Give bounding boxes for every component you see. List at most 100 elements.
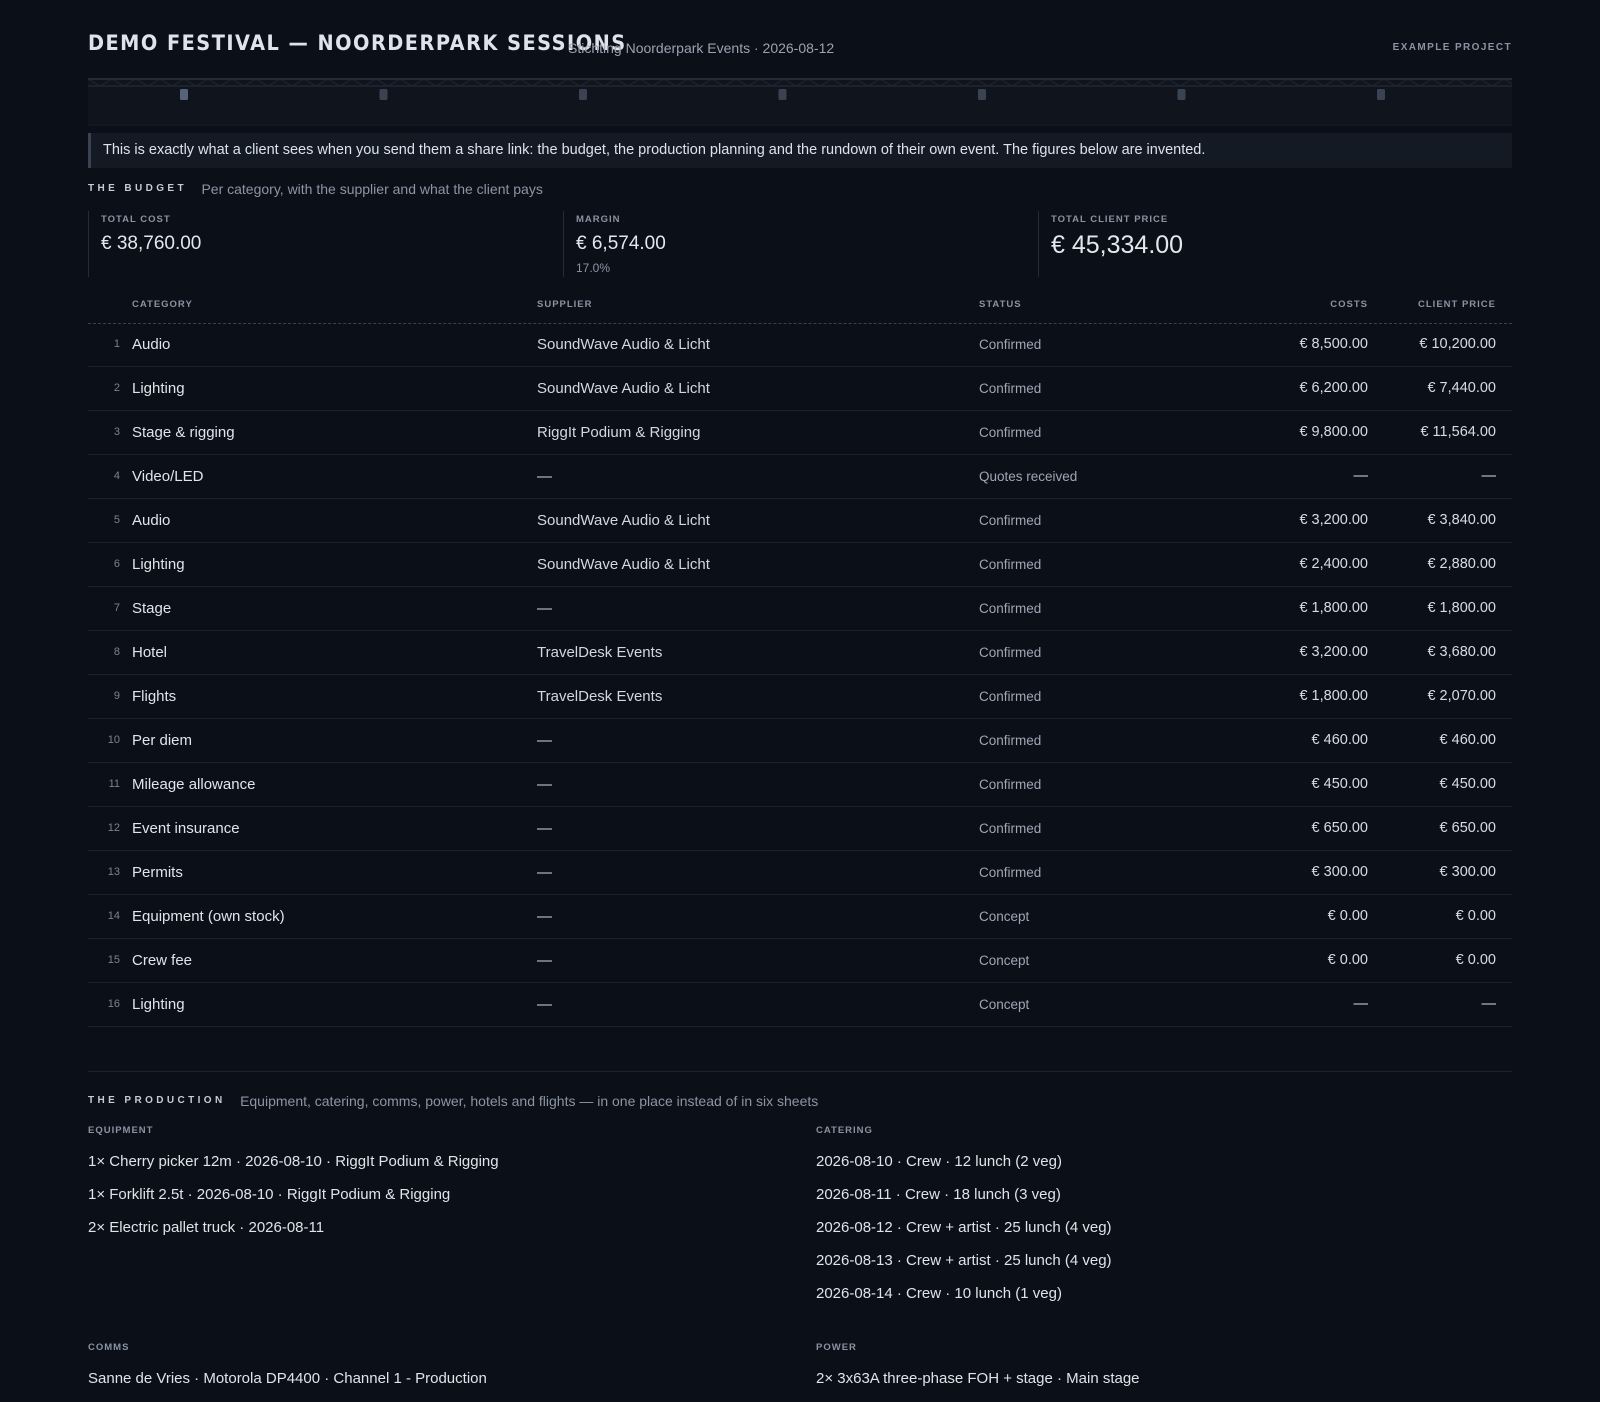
table-row: 3 Stage & rigging RiggIt Podium & Rigging C… (88, 411, 1512, 455)
power-list: 2× 3x63A three-phase FOH + stage · Main … (816, 1369, 1140, 1402)
table-row: 13 Permits — Confirmed € 300.00 € 300.00 (88, 851, 1512, 895)
row-costs: € 2,400.00 (1299, 556, 1368, 572)
column-header-client-price: CLIENT PRICE (1418, 299, 1496, 310)
row-status: Confirmed (979, 689, 1042, 704)
row-supplier: SoundWave Audio & Licht (537, 380, 710, 397)
total-client-price-value: € 45,334.00 (1051, 231, 1184, 259)
row-supplier: SoundWave Audio & Licht (537, 556, 710, 573)
page-header: DEMO FESTIVAL — NOORDERPARK SESSIONS Sti… (88, 30, 1512, 60)
row-supplier: — (537, 820, 552, 837)
row-client-price: — (1481, 468, 1497, 484)
column-header-category: CATEGORY (132, 299, 193, 310)
row-client-price: € 3,680.00 (1427, 644, 1496, 660)
table-row: 5 Audio SoundWave Audio & Licht Confirmed € … (88, 499, 1512, 543)
row-supplier: — (537, 864, 552, 881)
stage-lamp-icon (180, 89, 188, 100)
stage-lamp-icon (579, 89, 587, 100)
row-status: Confirmed (979, 337, 1042, 352)
row-costs: € 8,500.00 (1299, 336, 1368, 352)
table-row: 15 Crew fee — Concept € 0.00 € 0.00 (88, 939, 1512, 983)
row-number: 12 (107, 822, 120, 834)
row-category: Stage (132, 600, 172, 617)
row-client-price: € 2,070.00 (1427, 688, 1496, 704)
row-supplier: — (537, 600, 552, 617)
row-number: 6 (113, 558, 120, 570)
equipment-item: 1× Forklift 2.5t · 2026-08-10 · RiggIt P… (88, 1186, 451, 1203)
stage-lamp-icon (1177, 89, 1186, 100)
margin-value: € 6,574.00 (576, 233, 666, 254)
row-status: Confirmed (979, 513, 1042, 528)
stage-lamp-icon (379, 89, 388, 100)
row-costs: € 650.00 (1311, 820, 1368, 836)
production-section-header: THE PRODUCTION Equipment, catering, comm… (88, 1092, 818, 1112)
row-status: Confirmed (979, 777, 1042, 792)
row-client-price: € 1,800.00 (1427, 600, 1496, 616)
truss-decoration (88, 78, 1512, 126)
table-row: 4 Video/LED — Quotes received — — (88, 455, 1512, 499)
row-costs: € 300.00 (1311, 864, 1368, 880)
row-client-price: € 450.00 (1439, 776, 1496, 792)
row-status: Confirmed (979, 821, 1042, 836)
row-costs: — (1353, 996, 1369, 1012)
row-supplier: RiggIt Podium & Rigging (537, 424, 701, 441)
column-header-costs: COSTS (1330, 299, 1368, 310)
total-client-price-label: TOTAL CLIENT PRICE (1051, 214, 1169, 225)
power-item: 2× 3x63A three-phase FOH + stage · Main … (816, 1370, 1140, 1387)
budget-summary: TOTAL COST € 38,760.00 MARGIN € 6,574.00… (88, 211, 1512, 277)
row-category: Per diem (132, 732, 193, 749)
row-status: Confirmed (979, 733, 1042, 748)
row-supplier: TravelDesk Events (537, 644, 663, 661)
section-divider (88, 1071, 1512, 1072)
row-costs: € 460.00 (1311, 732, 1368, 748)
row-number: 11 (108, 778, 120, 790)
row-category: Lighting (132, 996, 185, 1013)
row-status: Confirmed (979, 865, 1042, 880)
row-supplier: — (537, 908, 552, 925)
row-costs: € 0.00 (1327, 908, 1368, 924)
row-costs: € 1,800.00 (1299, 600, 1368, 616)
row-status: Concept (979, 953, 1030, 968)
row-number: 2 (113, 382, 120, 394)
catering-label: CATERING (816, 1125, 873, 1136)
row-category: Crew fee (132, 952, 193, 969)
row-costs: € 3,200.00 (1299, 644, 1368, 660)
page-title: DEMO FESTIVAL — NOORDERPARK SESSIONS (88, 31, 627, 55)
row-status: Quotes received (979, 469, 1078, 484)
stage-lamp-icon (978, 89, 986, 100)
margin-label: MARGIN (576, 214, 621, 225)
production-heading: THE PRODUCTION (88, 1095, 226, 1107)
row-client-price: € 0.00 (1455, 908, 1496, 924)
row-costs: € 450.00 (1311, 776, 1368, 792)
row-category: Equipment (own stock) (132, 908, 285, 925)
margin-stat: MARGIN € 6,574.00 17.0% (563, 211, 1038, 277)
comms-label: COMMS (88, 1342, 130, 1353)
row-supplier: — (537, 996, 552, 1013)
row-supplier: — (537, 732, 552, 749)
catering-item: 2026-08-10 · Crew · 12 lunch (2 veg) (816, 1153, 1062, 1170)
share-notice: This is exactly what a client sees when … (88, 133, 1512, 168)
row-status: Confirmed (979, 601, 1042, 616)
row-number: 14 (107, 910, 120, 922)
row-number: 4 (113, 470, 120, 482)
total-client-price-stat: TOTAL CLIENT PRICE € 45,334.00 (1038, 211, 1513, 277)
row-number: 7 (113, 602, 120, 614)
row-category: Flights (132, 688, 177, 705)
row-status: Concept (979, 997, 1030, 1012)
row-category: Hotel (132, 644, 168, 661)
row-costs: € 9,800.00 (1299, 424, 1368, 440)
row-number: 9 (113, 690, 120, 702)
row-costs: € 6,200.00 (1299, 380, 1368, 396)
row-client-price: € 300.00 (1439, 864, 1496, 880)
example-project-tag: EXAMPLE PROJECT (1392, 42, 1512, 53)
row-category: Event insurance (132, 820, 240, 837)
margin-percentage: 17.0% (576, 261, 611, 275)
row-supplier: — (537, 952, 552, 969)
total-cost-stat: TOTAL COST € 38,760.00 (88, 211, 563, 277)
row-supplier: — (537, 468, 552, 485)
row-costs: € 1,800.00 (1299, 688, 1368, 704)
row-category: Lighting (132, 380, 185, 397)
stage-lamp-icon (1377, 89, 1385, 100)
table-row: 2 Lighting SoundWave Audio & Licht Confirme… (88, 367, 1512, 411)
row-status: Concept (979, 909, 1030, 924)
equipment-list: 1× Cherry picker 12m · 2026-08-10 · Rigg… (88, 1152, 499, 1251)
